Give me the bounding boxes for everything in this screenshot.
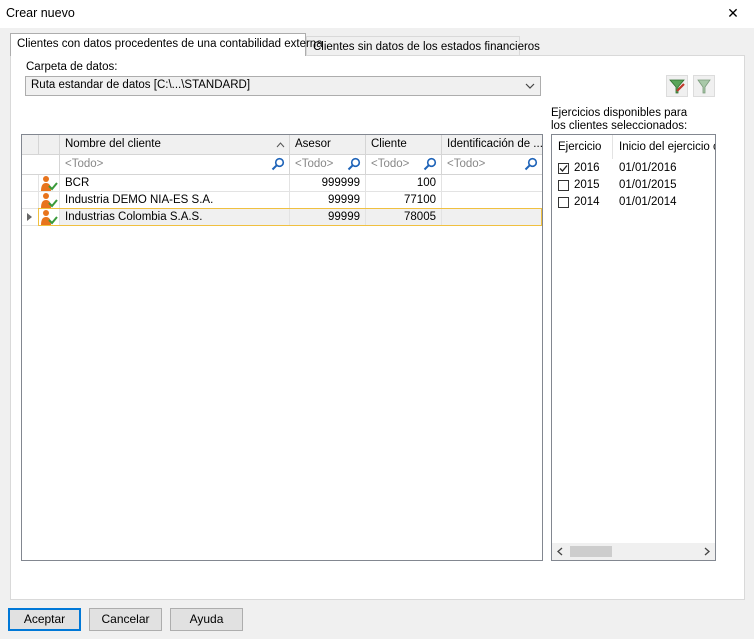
data-folder-select[interactable]: Ruta estandar de datos [C:\...\STANDARD] <box>25 76 541 96</box>
scroll-left-icon[interactable] <box>556 547 564 556</box>
data-folder-label: Carpeta de datos: <box>26 61 118 73</box>
client-icon <box>39 209 60 226</box>
client-icon <box>39 192 60 209</box>
column-header-cliente[interactable]: Cliente <box>366 135 442 155</box>
year-start: 01/01/2016 <box>619 162 677 174</box>
sort-ascending-icon <box>276 142 285 148</box>
cell-asesor: 99999 <box>290 209 366 226</box>
row-selector[interactable] <box>22 192 39 209</box>
cell-identificacion <box>442 209 542 226</box>
column-header-inicio[interactable]: Inicio del ejercicio co <box>613 135 715 159</box>
scrollbar-thumb[interactable] <box>570 546 612 557</box>
cell-name: Industrias Colombia S.A.S. <box>60 209 290 226</box>
filter-identificacion-input[interactable]: <Todo> <box>442 155 542 175</box>
client-icon <box>39 175 60 192</box>
search-icon[interactable] <box>347 157 361 171</box>
cell-name: Industria DEMO NIA-ES S.A. <box>60 192 290 209</box>
tab-no-financial-data[interactable]: Clientes sin datos de los estados financ… <box>306 36 540 56</box>
chevron-down-icon <box>524 78 536 97</box>
current-row-indicator[interactable] <box>22 209 39 226</box>
year-checkbox[interactable] <box>558 180 569 191</box>
column-header-asesor[interactable]: Asesor <box>290 135 366 155</box>
year-value: 2015 <box>574 179 600 191</box>
horizontal-scrollbar[interactable] <box>552 543 715 560</box>
row-selector[interactable] <box>22 175 39 192</box>
filter-name-placeholder: <Todo> <box>65 158 104 170</box>
year-start: 01/01/2015 <box>619 179 677 191</box>
check-icon <box>559 165 568 172</box>
filter-name-input[interactable]: <Todo> <box>60 155 290 175</box>
year-value: 2014 <box>574 196 600 208</box>
filter-asesor-placeholder: <Todo> <box>295 158 334 170</box>
filter-edit-icon <box>669 79 685 94</box>
search-icon[interactable] <box>271 157 285 171</box>
column-header-ejercicio[interactable]: Ejercicio <box>552 135 613 159</box>
cell-asesor: 999999 <box>290 175 366 192</box>
tab-external-accounting[interactable]: Clientes con datos procedentes de una co… <box>10 33 323 56</box>
fiscal-years-label: Ejercicios disponibles para los clientes… <box>551 107 688 132</box>
cell-cliente: 78005 <box>366 209 442 226</box>
cell-name: BCR <box>60 175 290 192</box>
close-icon[interactable]: ✕ <box>718 2 748 24</box>
caret-right-icon <box>27 213 32 221</box>
cell-asesor: 99999 <box>290 192 366 209</box>
cell-identificacion <box>442 175 542 192</box>
year-checkbox[interactable] <box>558 197 569 208</box>
search-icon[interactable] <box>524 157 538 171</box>
filter-icon <box>697 79 711 94</box>
year-value: 2016 <box>574 162 600 174</box>
filter-row-spacer <box>22 155 60 175</box>
year-start: 01/01/2014 <box>619 196 677 208</box>
filter-apply-button[interactable] <box>666 75 688 97</box>
column-header-name[interactable]: Nombre del cliente <box>60 135 290 155</box>
column-header-identificacion[interactable]: Identificación de ... <box>442 135 542 155</box>
filter-identificacion-placeholder: <Todo> <box>447 158 486 170</box>
help-button[interactable]: Ayuda <box>170 608 243 631</box>
filter-cliente-input[interactable]: <Todo> <box>366 155 442 175</box>
year-checkbox[interactable] <box>558 163 569 174</box>
column-header-name-label: Nombre del cliente <box>65 138 161 150</box>
scroll-right-icon[interactable] <box>703 547 711 556</box>
filter-asesor-input[interactable]: <Todo> <box>290 155 366 175</box>
window-title: Crear nuevo <box>6 6 75 20</box>
cell-cliente: 77100 <box>366 192 442 209</box>
cancel-button[interactable]: Cancelar <box>89 608 162 631</box>
cell-identificacion <box>442 192 542 209</box>
clients-grid: Nombre del cliente Asesor Cliente Identi… <box>21 134 543 561</box>
title-bar <box>0 0 754 28</box>
icon-column-header <box>39 135 60 155</box>
search-icon[interactable] <box>423 157 437 171</box>
row-header-corner <box>22 135 39 155</box>
cell-cliente: 100 <box>366 175 442 192</box>
accept-button[interactable]: Aceptar <box>8 608 81 631</box>
filter-cliente-placeholder: <Todo> <box>371 158 410 170</box>
fiscal-years-grid: Ejercicio Inicio del ejercicio co 2016 0… <box>551 134 716 561</box>
data-folder-value: Ruta estandar de datos [C:\...\STANDARD] <box>31 79 251 91</box>
filter-clear-button[interactable] <box>693 75 715 97</box>
